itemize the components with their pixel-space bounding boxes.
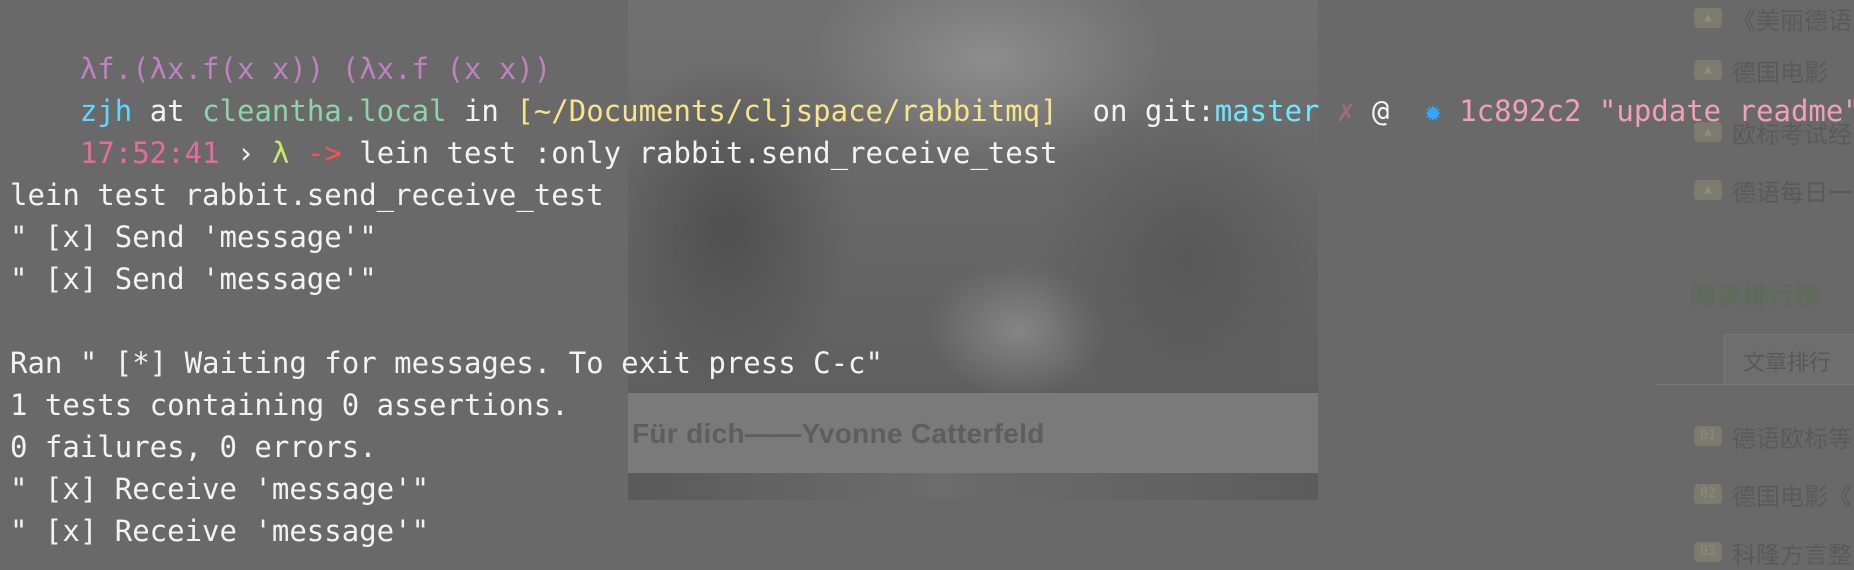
output-text: Ran " [*] Waiting for messages. To exit … — [10, 346, 883, 380]
prompt-lambda-icon: λ — [271, 136, 290, 170]
lambda-banner-line: λf.(λx.f(x x)) (λx.f (x x)) — [10, 6, 1854, 86]
prompt-path: [~/Documents/cljspace/rabbitmq] — [516, 94, 1058, 128]
commit-star-icon: ✹ — [1406, 94, 1460, 128]
git-commit: 1c892c2 "update readme" — [1459, 94, 1854, 128]
output-line: lein test rabbit.send_receive_test — [10, 174, 1854, 216]
prompt-in-text: in — [446, 94, 517, 128]
output-line: Ran " [*] Waiting for messages. To exit … — [10, 342, 1854, 384]
output-text: lein test rabbit.send_receive_test — [10, 178, 604, 212]
prompt-git-label: on git: — [1057, 94, 1215, 128]
terminal-window[interactable]: λf.(λx.f(x x)) (λx.f (x x)) zjh at clean… — [0, 0, 1854, 558]
output-line: 1 tests containing 0 assertions. — [10, 384, 1854, 426]
output-text: " [x] Send 'message'" — [10, 262, 377, 296]
lambda-banner: λf.(λx.f(x x)) (λx.f (x x)) — [79, 52, 552, 86]
output-text: 1 tests containing 0 assertions. — [10, 388, 569, 422]
command-text: lein test :only rabbit.send_receive_test — [359, 136, 1058, 170]
output-line: " [x] Receive 'message'" — [10, 468, 1854, 510]
prompt-at-sign: @ — [1354, 94, 1407, 128]
output-line: 0 failures, 0 errors. — [10, 426, 1854, 468]
output-text: " [x] Receive 'message'" — [10, 514, 430, 548]
output-text: " [x] Send 'message'" — [10, 220, 377, 254]
git-dirty-icon: ✗ — [1319, 94, 1355, 128]
prompt-arrow-icon: -> — [289, 136, 360, 170]
prompt-at-text: at — [132, 94, 203, 128]
output-line: " [x] Send 'message'" — [10, 258, 1854, 300]
output-text: " [x] Receive 'message'" — [10, 472, 430, 506]
prompt-host: cleantha.local — [202, 94, 447, 128]
output-line: " [x] Receive 'message'" — [10, 510, 1854, 552]
git-branch: master — [1214, 94, 1320, 128]
output-line: " [x] Send 'message'" — [10, 216, 1854, 258]
prompt-user: zjh — [79, 94, 133, 128]
output-text: 0 failures, 0 errors. — [10, 430, 377, 464]
chevron-icon: › — [219, 136, 272, 170]
prompt-time: 17:52:41 — [79, 136, 220, 170]
